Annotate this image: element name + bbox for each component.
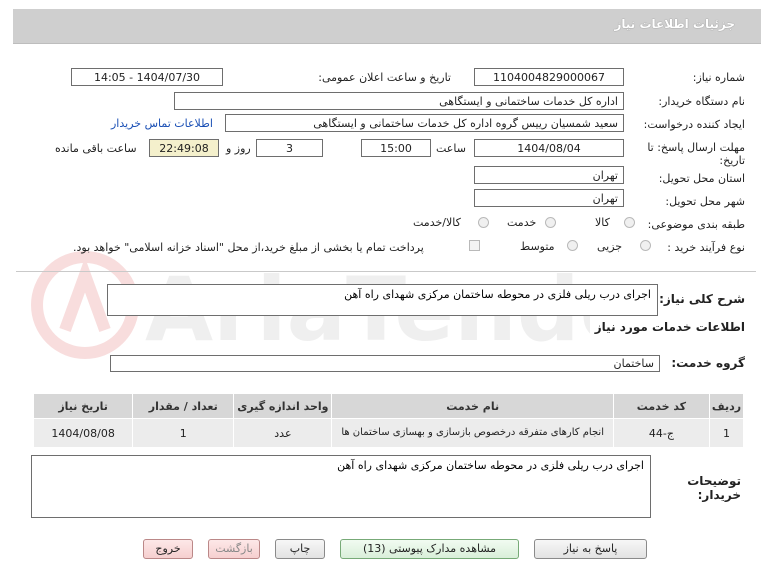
treasury-payment-checkbox[interactable]	[469, 240, 480, 251]
buyer-contact-link[interactable]: اطلاعات تماس خریدار	[111, 117, 213, 130]
col-header-row: ردیف	[709, 393, 744, 419]
reply-button[interactable]: پاسخ به نیاز	[534, 539, 647, 559]
category-radio-goods[interactable]	[624, 217, 635, 228]
summary-label: شرح کلی نیاز:	[659, 292, 745, 306]
category-radio-goods-service[interactable]	[478, 217, 489, 228]
need-number-field: 1104004829000067	[474, 68, 624, 86]
category-option-goods-service: کالا/خدمت	[413, 216, 461, 229]
announce-date-field: 1404/07/30 - 14:05	[71, 68, 223, 86]
cell-name: انجام کارهای متفرقه درخصوص بازسازی و بهس…	[331, 418, 614, 448]
cell-code: ج-44	[612, 418, 711, 448]
category-label: طبقه بندی موضوعی:	[647, 218, 745, 231]
purchase-type-radio-minor[interactable]	[640, 240, 651, 251]
exit-button[interactable]: خروج	[143, 539, 193, 559]
deadline-date-field: 1404/08/04	[474, 139, 624, 157]
header-bar: جزئیات اطلاعات نیاز	[13, 9, 761, 44]
remaining-time-label: ساعت باقی مانده	[55, 142, 137, 155]
deadline-time-label: ساعت	[436, 142, 466, 155]
buyer-org-field: اداره کل خدمات ساختمانی و ایستگاهی	[174, 92, 624, 110]
city-label: شهر محل تحویل:	[665, 195, 745, 208]
services-table: ردیف کد خدمت نام خدمت واحد اندازه گیری ت…	[32, 393, 744, 448]
attachments-button[interactable]: مشاهده مدارک پیوستی (13)	[340, 539, 519, 559]
category-option-goods: کالا	[595, 216, 610, 229]
col-header-code: کد خدمت	[612, 393, 711, 419]
buyer-org-label: نام دستگاه خریدار:	[658, 95, 745, 108]
page-title: جزئیات اطلاعات نیاز	[614, 17, 735, 31]
page-header: جزئیات اطلاعات نیاز	[0, 0, 761, 45]
category-radio-service[interactable]	[545, 217, 556, 228]
deadline-time-field: 15:00	[361, 139, 431, 157]
services-section-title: اطلاعات خدمات مورد نیاز	[594, 320, 745, 334]
service-group-label: گروه خدمت:	[671, 356, 745, 370]
col-header-qty: تعداد / مقدار	[132, 393, 235, 419]
cell-qty: 1	[132, 418, 235, 448]
buyer-notes-label: توضیحات	[687, 474, 741, 488]
purchase-type-option-medium: متوسط	[520, 240, 555, 253]
table-row: 1 ج-44 انجام کارهای متفرقه درخصوص بازساز…	[32, 418, 744, 448]
col-header-date: تاریخ نیاز	[32, 393, 134, 419]
cell-unit: عدد	[233, 418, 333, 448]
print-button[interactable]: چاپ	[275, 539, 325, 559]
purchase-type-radio-medium[interactable]	[567, 240, 578, 251]
category-option-service: خدمت	[507, 216, 537, 229]
table-header-row: ردیف کد خدمت نام خدمت واحد اندازه گیری ت…	[32, 393, 744, 419]
cell-row: 1	[709, 418, 744, 448]
summary-textarea[interactable]: اجرای درب ریلی فلزی در محوطه ساختمان مرک…	[107, 284, 658, 316]
province-label: استان محل تحویل:	[658, 172, 745, 185]
col-header-name: نام خدمت	[331, 393, 614, 419]
treasury-payment-note: پرداخت تمام یا بخشی از مبلغ خرید،از محل …	[73, 241, 424, 254]
remaining-time-field: 22:49:08	[149, 139, 219, 157]
requester-field: سعید شمسیان رییس گروه اداره کل خدمات ساخ…	[225, 114, 624, 132]
requester-label: ایجاد کننده درخواست:	[643, 118, 745, 131]
announce-date-label: تاریخ و ساعت اعلان عمومی:	[318, 71, 451, 84]
need-number-label: شماره نیاز:	[692, 71, 745, 84]
col-header-unit: واحد اندازه گیری	[233, 393, 333, 419]
back-button[interactable]: بازگشت	[208, 539, 260, 559]
service-group-field: ساختمان	[110, 355, 660, 372]
city-field: تهران	[474, 189, 624, 207]
cell-date: 1404/08/08	[32, 418, 134, 448]
days-remaining-field: 3	[256, 139, 323, 157]
deadline-label: مهلت ارسال پاسخ: تا	[647, 141, 745, 154]
deadline-label-date: تاریخ:	[719, 154, 745, 167]
buyer-notes-textarea[interactable]: اجرای درب ریلی فلزی در محوطه ساختمان مرک…	[31, 455, 651, 518]
days-label: روز و	[226, 142, 251, 155]
province-field: تهران	[474, 166, 624, 184]
purchase-type-option-minor: جزیی	[597, 240, 623, 253]
divider	[16, 271, 756, 272]
buyer-notes-label-2: خریدار:	[697, 488, 741, 502]
purchase-type-label: نوع فرآیند خرید :	[667, 241, 745, 254]
